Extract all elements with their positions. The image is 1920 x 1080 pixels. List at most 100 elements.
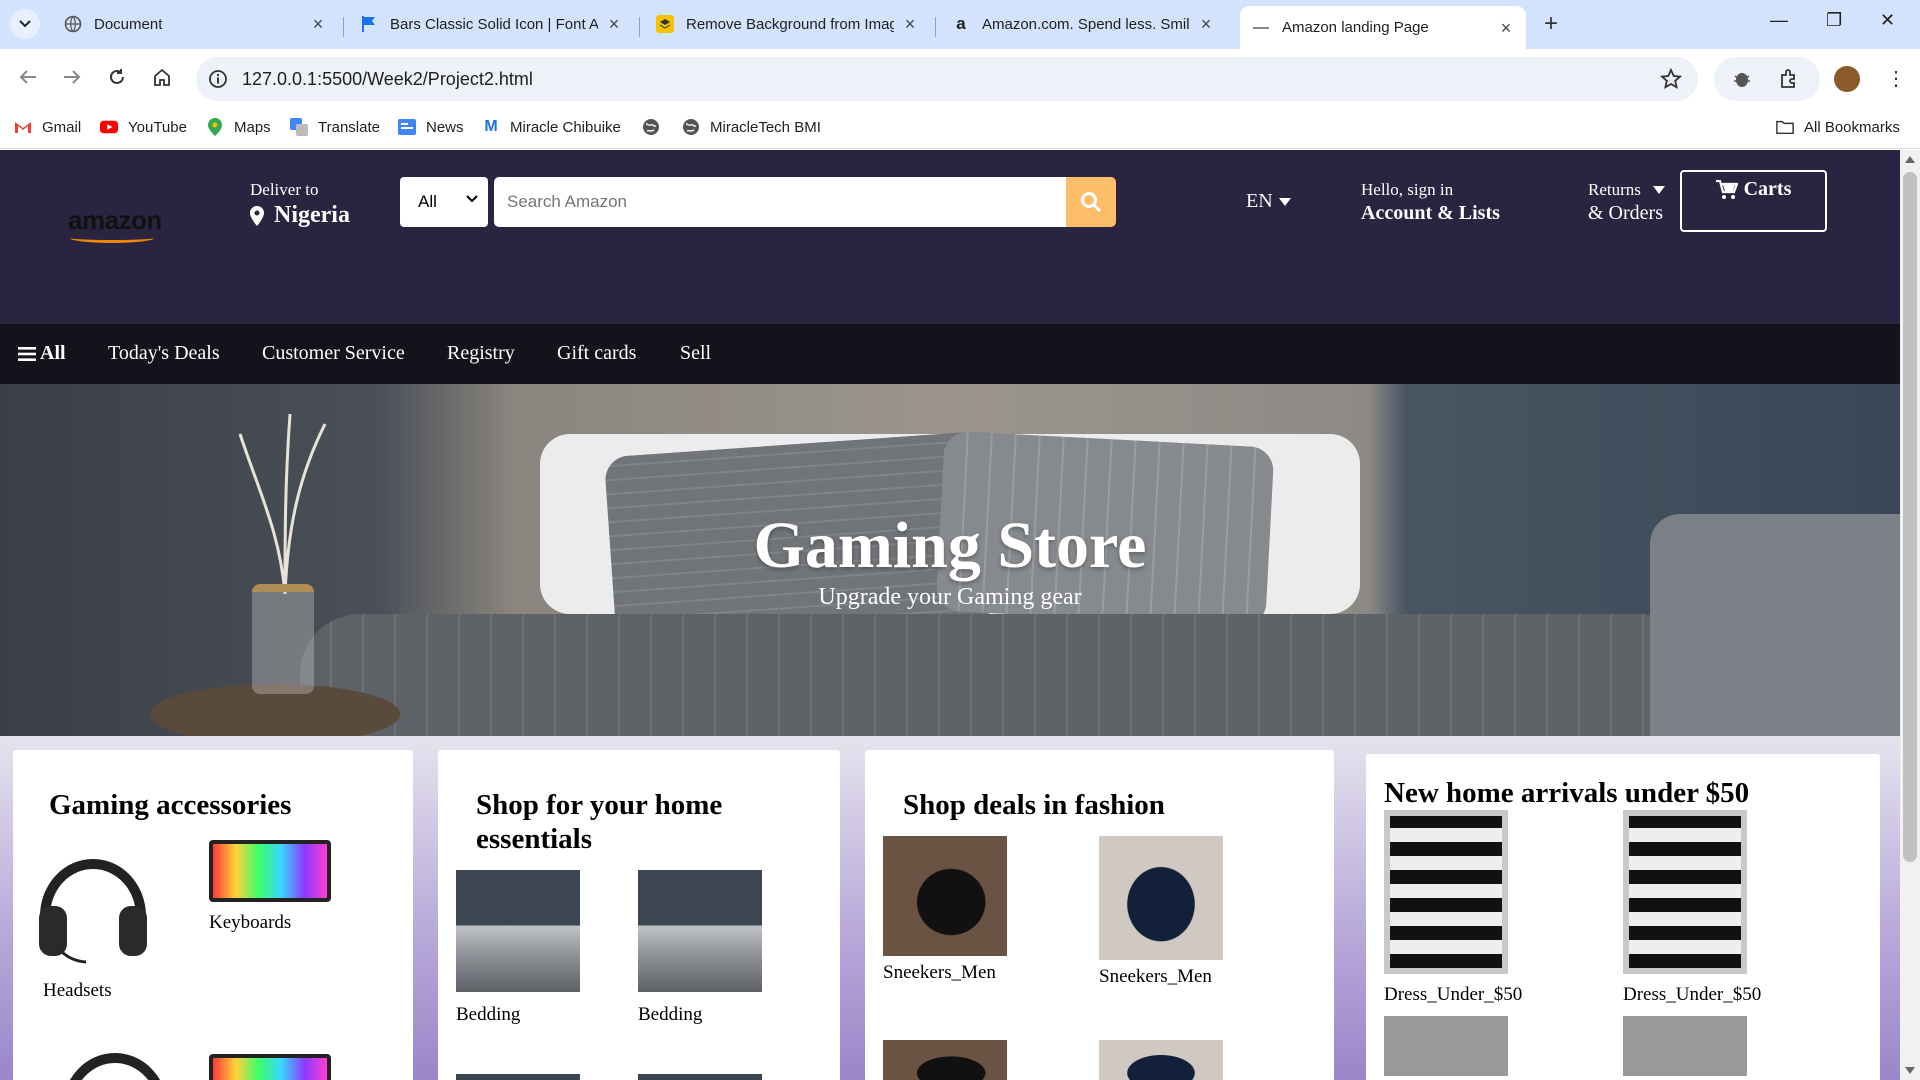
cart-button[interactable]: Carts — [1680, 170, 1827, 232]
location-pin-icon — [250, 205, 264, 226]
shirt-image — [1623, 1016, 1747, 1076]
bedding-image — [638, 1074, 762, 1080]
tab-search-button[interactable] — [10, 9, 40, 39]
close-icon[interactable]: × — [902, 15, 918, 33]
youtube-icon — [100, 118, 118, 136]
back-button[interactable] — [16, 65, 40, 89]
card-gaming-accessories: Gaming accessories Headsets Keyboards — [13, 750, 413, 1080]
product-caption: Keyboards — [209, 912, 292, 933]
bookmark-translate[interactable]: Translate — [290, 116, 380, 138]
nav-sell[interactable]: Sell — [680, 342, 711, 365]
more-options-icon[interactable]: ⋮ — [1886, 66, 1906, 91]
globe-icon — [64, 15, 82, 33]
m-icon: M — [484, 118, 498, 135]
deliver-to[interactable]: Deliver to Nigeria — [250, 180, 350, 229]
orders-label: & Orders — [1588, 202, 1663, 224]
shirt-image — [1384, 1016, 1508, 1076]
new-tab-button[interactable]: + — [1544, 12, 1558, 36]
tab-strip: Document × Bars Classic Solid Icon | Fon… — [0, 0, 1920, 49]
bookmark-label: Maps — [234, 118, 271, 136]
url-text: 127.0.0.1:5500/Week2/Project2.html — [242, 69, 533, 89]
tab-amazon-landing[interactable]: Amazon landing Page × — [1240, 6, 1526, 49]
shirt-image — [1384, 810, 1508, 974]
restore-icon[interactable]: ❐ — [1826, 10, 1842, 31]
hero-duvet — [300, 614, 1700, 736]
reload-button[interactable] — [105, 65, 129, 89]
bookmark-gmail[interactable]: Gmail — [14, 116, 81, 138]
product-caption: Dress_Under_$50 — [1623, 984, 1762, 1005]
close-icon[interactable]: × — [310, 15, 326, 33]
all-menu-button[interactable]: All — [18, 342, 66, 365]
card-title: New home arrivals under $50 — [1384, 777, 1750, 809]
address-bar[interactable]: 127.0.0.1:5500/Week2/Project2.html — [196, 57, 1698, 101]
logo-smile-icon — [70, 233, 154, 243]
cart-icon — [1715, 180, 1738, 199]
tab-title: Document — [94, 15, 163, 33]
scroll-up-icon[interactable] — [1905, 156, 1915, 163]
tab-remove-background[interactable]: Remove Background from Imag × — [644, 6, 930, 42]
keyboard-image — [209, 1054, 331, 1080]
bookmark-globe[interactable] — [642, 116, 670, 138]
close-icon[interactable]: × — [606, 15, 622, 33]
account-label: Account & Lists — [1361, 202, 1500, 224]
bookmark-star-icon[interactable] — [1660, 68, 1682, 90]
nav-todays-deals[interactable]: Today's Deals — [108, 342, 220, 365]
card-new-home-arrivals: New home arrivals under $50 Dress_Under_… — [1366, 754, 1880, 1080]
amazon-logo[interactable]: amazon — [68, 205, 162, 236]
gmail-icon — [14, 118, 32, 136]
extensions-group — [1714, 57, 1820, 101]
bookmark-label: YouTube — [128, 118, 187, 136]
bookmark-news[interactable]: News — [398, 116, 464, 138]
product-caption: Sneekers_Men — [883, 962, 996, 983]
product-caption: Bedding — [638, 1004, 703, 1025]
page-scrollbar[interactable] — [1900, 150, 1920, 1080]
card-title: Shop deals in fashion — [903, 789, 1165, 821]
close-icon[interactable]: × — [1498, 19, 1514, 37]
web-page: amazon Deliver to Nigeria All EN Hello, … — [0, 150, 1900, 1080]
search-category-select[interactable]: All — [400, 177, 488, 227]
chevron-down-icon — [19, 20, 31, 28]
language-value: EN — [1246, 190, 1273, 212]
scroll-down-icon[interactable] — [1905, 1067, 1915, 1074]
tab-title: Remove Background from Imag — [686, 15, 894, 33]
cards-section: Gaming accessories Headsets Keyboards Sh… — [0, 736, 1900, 1080]
caret-down-icon — [1652, 186, 1665, 194]
bookmark-label: Translate — [318, 118, 380, 136]
bookmark-miracle-chibuike[interactable]: M Miracle Chibuike — [482, 116, 621, 138]
tab-title: Bars Classic Solid Icon | Font Aw — [390, 15, 598, 33]
forward-button[interactable] — [60, 65, 84, 89]
language-selector[interactable]: EN — [1246, 190, 1291, 213]
close-icon[interactable]: × — [1198, 15, 1214, 33]
card-title: Gaming accessories — [49, 789, 292, 821]
chevron-down-icon — [466, 195, 478, 203]
bedding-image — [456, 1074, 580, 1080]
minimize-icon[interactable]: — — [1770, 10, 1788, 31]
card-fashion-deals: Shop deals in fashion Sneekers_Men Sneek… — [865, 750, 1334, 1080]
tab-font-awesome[interactable]: Bars Classic Solid Icon | Font Aw × — [348, 6, 634, 42]
tab-amazon-com[interactable]: a Amazon.com. Spend less. Smile × — [940, 6, 1226, 42]
site-header: amazon Deliver to Nigeria All EN Hello, … — [0, 150, 1900, 324]
account-lists[interactable]: Hello, sign in Account & Lists — [1361, 180, 1500, 225]
bookmark-label: Miracle Chibuike — [510, 118, 621, 136]
all-bookmarks[interactable]: All Bookmarks — [1776, 116, 1900, 138]
search-button[interactable] — [1066, 177, 1116, 227]
profile-avatar[interactable] — [1834, 66, 1860, 92]
bookmark-miracletech-bmi[interactable]: MiracleTech BMI — [682, 116, 821, 138]
bookmark-label: MiracleTech BMI — [710, 118, 821, 136]
bookmark-youtube[interactable]: YouTube — [100, 116, 187, 138]
scrollbar-thumb[interactable] — [1903, 172, 1917, 862]
bug-extension-icon[interactable] — [1732, 69, 1752, 89]
product-caption: Sneekers_Men — [1099, 966, 1212, 987]
returns-orders[interactable]: Returns & Orders — [1588, 180, 1665, 225]
window-close-icon[interactable]: ✕ — [1880, 10, 1895, 31]
site-info-icon[interactable] — [208, 69, 228, 89]
tab-document[interactable]: Document × — [52, 6, 338, 42]
bookmark-maps[interactable]: Maps — [206, 116, 271, 138]
home-button[interactable] — [150, 65, 174, 89]
search-input[interactable] — [494, 177, 1068, 227]
nav-gift-cards[interactable]: Gift cards — [557, 342, 636, 365]
nav-registry[interactable]: Registry — [447, 342, 515, 365]
product-caption: Bedding — [456, 1004, 521, 1025]
puzzle-icon[interactable] — [1778, 68, 1800, 90]
nav-customer-service[interactable]: Customer Service — [262, 342, 405, 365]
